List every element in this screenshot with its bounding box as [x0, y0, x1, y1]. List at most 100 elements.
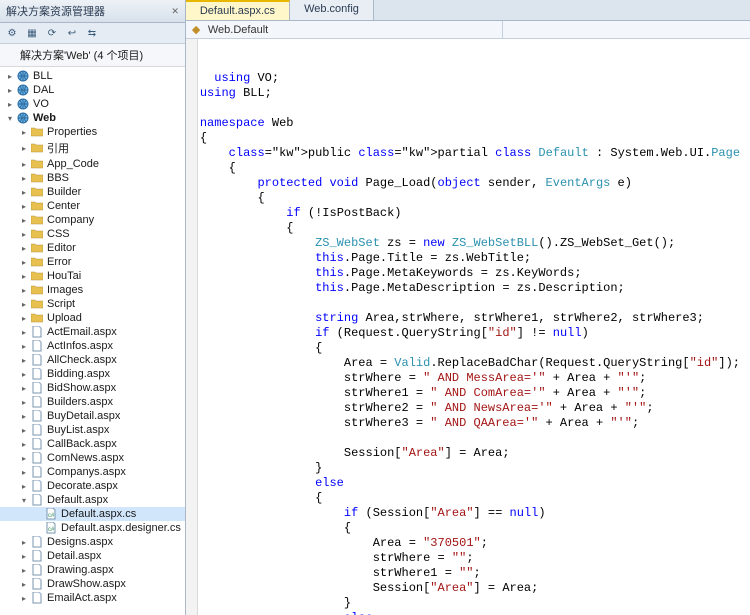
tree-node-actinfos-aspx[interactable]: ▸ActInfos.aspx — [0, 339, 185, 353]
tree-node-callback-aspx[interactable]: ▸CallBack.aspx — [0, 437, 185, 451]
tree-node-script[interactable]: ▸Script — [0, 297, 185, 311]
show-all-icon[interactable]: ▦ — [24, 25, 40, 41]
expander-icon[interactable]: ▸ — [18, 552, 30, 561]
tree-node-detail-aspx[interactable]: ▸Detail.aspx — [0, 549, 185, 563]
tree-node-vo[interactable]: ▸VO — [0, 97, 185, 111]
expander-icon[interactable]: ▸ — [18, 230, 30, 239]
tree-node-default-aspx-cs[interactable]: c#Default.aspx.cs — [0, 507, 185, 521]
tree-node---[interactable]: ▸引用 — [0, 139, 185, 157]
expander-icon[interactable]: ▸ — [18, 356, 30, 365]
tree-node-decorate-aspx[interactable]: ▸Decorate.aspx — [0, 479, 185, 493]
expander-icon[interactable]: ▸ — [18, 454, 30, 463]
collapse-icon[interactable]: ↩ — [64, 25, 80, 41]
tree-node-allcheck-aspx[interactable]: ▸AllCheck.aspx — [0, 353, 185, 367]
expander-icon[interactable]: ▸ — [18, 538, 30, 547]
expander-icon[interactable]: ▸ — [18, 426, 30, 435]
expander-icon[interactable]: ▸ — [18, 258, 30, 267]
tree-node-default-aspx[interactable]: ▾Default.aspx — [0, 493, 185, 507]
tree-node-builders-aspx[interactable]: ▸ Builders.aspx — [0, 395, 185, 409]
node-label: DrawShow.aspx — [47, 578, 126, 590]
expander-icon[interactable]: ▸ — [18, 272, 30, 281]
refresh-icon[interactable]: ⟳ — [44, 25, 60, 41]
class-navigation-bar: ◆ Web.Default — [186, 21, 750, 39]
folder-icon — [30, 298, 44, 310]
expander-icon[interactable]: ▸ — [18, 370, 30, 379]
file-icon — [30, 410, 44, 422]
tree-node-center[interactable]: ▸Center — [0, 199, 185, 213]
tree-node-images[interactable]: ▸Images — [0, 283, 185, 297]
tree-node-comnews-aspx[interactable]: ▸ComNews.aspx — [0, 451, 185, 465]
project-tree[interactable]: ▸BLL▸DAL▸VO▾Web▸Properties▸引用▸App_Code▸B… — [0, 66, 185, 615]
tree-node-bll[interactable]: ▸ BLL — [0, 69, 185, 83]
expander-icon[interactable]: ▸ — [18, 580, 30, 589]
node-label: BidShow.aspx — [47, 382, 116, 394]
expander-icon[interactable]: ▾ — [18, 496, 30, 505]
expander-icon[interactable]: ▸ — [18, 440, 30, 449]
tab-label: Web.config — [304, 3, 359, 15]
solution-node[interactable]: 解决方案'Web' (4 个项目) — [0, 44, 185, 66]
member-dropdown[interactable] — [503, 21, 750, 38]
expander-icon[interactable]: ▸ — [18, 244, 30, 253]
sync-icon[interactable]: ⇆ — [84, 25, 100, 41]
expander-icon[interactable]: ▾ — [4, 114, 16, 123]
tree-node-bbs[interactable]: ▸BBS — [0, 171, 185, 185]
expander-icon[interactable]: ▸ — [18, 328, 30, 337]
tree-node-drawing-aspx[interactable]: ▸Drawing.aspx — [0, 563, 185, 577]
expander-icon[interactable]: ▸ — [18, 398, 30, 407]
expander-icon[interactable]: ▸ — [18, 286, 30, 295]
expander-icon[interactable]: ▸ — [18, 202, 30, 211]
tree-node-app_code[interactable]: ▸App_Code — [0, 157, 185, 171]
tree-node-actemail-aspx[interactable]: ▸ActEmail.aspx — [0, 325, 185, 339]
folder-icon — [30, 242, 44, 254]
node-label: BLL — [33, 70, 53, 82]
tree-node-error[interactable]: ▸Error — [0, 255, 185, 269]
tree-node-companys-aspx[interactable]: ▸Companys.aspx — [0, 465, 185, 479]
expander-icon[interactable]: ▸ — [18, 188, 30, 197]
expander-icon[interactable]: ▸ — [18, 594, 30, 603]
code-editor[interactable]: using VO; using BLL; namespace Web { cla… — [186, 39, 750, 615]
expander-icon[interactable]: ▸ — [18, 384, 30, 393]
expander-icon[interactable]: ▸ — [18, 412, 30, 421]
expander-icon[interactable]: ▸ — [18, 160, 30, 169]
tree-node-css[interactable]: ▸CSS — [0, 227, 185, 241]
globe-icon — [16, 84, 30, 96]
tree-node-properties[interactable]: ▸Properties — [0, 125, 185, 139]
tree-node-designs-aspx[interactable]: ▸Designs.aspx — [0, 535, 185, 549]
expander-icon[interactable]: ▸ — [18, 174, 30, 183]
close-icon[interactable]: ✕ — [171, 6, 179, 17]
expander-icon[interactable]: ▸ — [18, 144, 30, 153]
tree-node-builder[interactable]: ▸Builder — [0, 185, 185, 199]
expander-icon[interactable]: ▸ — [18, 342, 30, 351]
tree-node-company[interactable]: ▸Company — [0, 213, 185, 227]
folder-icon — [30, 172, 44, 184]
file-icon — [30, 466, 44, 478]
tree-node-upload[interactable]: ▸Upload — [0, 311, 185, 325]
tree-node-dal[interactable]: ▸DAL — [0, 83, 185, 97]
tree-node-bidding-aspx[interactable]: ▸Bidding.aspx — [0, 367, 185, 381]
tree-node-emailact-aspx[interactable]: ▸EmailAct.aspx — [0, 591, 185, 605]
expander-icon[interactable]: ▸ — [18, 314, 30, 323]
expander-icon[interactable]: ▸ — [18, 300, 30, 309]
expander-icon[interactable]: ▸ — [18, 566, 30, 575]
expander-icon[interactable]: ▸ — [18, 216, 30, 225]
tree-node-buylist-aspx[interactable]: ▸BuyList.aspx — [0, 423, 185, 437]
expander-icon[interactable]: ▸ — [18, 482, 30, 491]
tree-node-bidshow-aspx[interactable]: ▸ BidShow.aspx — [0, 381, 185, 395]
tree-node-web[interactable]: ▾Web — [0, 111, 185, 125]
tree-node-houtai[interactable]: ▸HouTai — [0, 269, 185, 283]
class-dropdown[interactable]: ◆ Web.Default — [186, 21, 503, 38]
node-label: Builders.aspx — [47, 396, 113, 408]
expander-icon[interactable]: ▸ — [18, 128, 30, 137]
properties-icon[interactable]: ⚙ — [4, 25, 20, 41]
globe-icon — [16, 112, 30, 124]
tree-node-drawshow-aspx[interactable]: ▸ DrawShow.aspx — [0, 577, 185, 591]
expander-icon[interactable]: ▸ — [4, 86, 16, 95]
expander-icon[interactable]: ▸ — [18, 468, 30, 477]
tab-default-cs[interactable]: Default.aspx.cs — [186, 0, 290, 20]
tab-webconfig[interactable]: Web.config — [290, 0, 374, 20]
tree-node-default-aspx-designer-cs[interactable]: c#Default.aspx.designer.cs — [0, 521, 185, 535]
tree-node-buydetail-aspx[interactable]: ▸BuyDetail.aspx — [0, 409, 185, 423]
tree-node-editor[interactable]: ▸Editor — [0, 241, 185, 255]
expander-icon[interactable]: ▸ — [4, 72, 16, 81]
expander-icon[interactable]: ▸ — [4, 100, 16, 109]
